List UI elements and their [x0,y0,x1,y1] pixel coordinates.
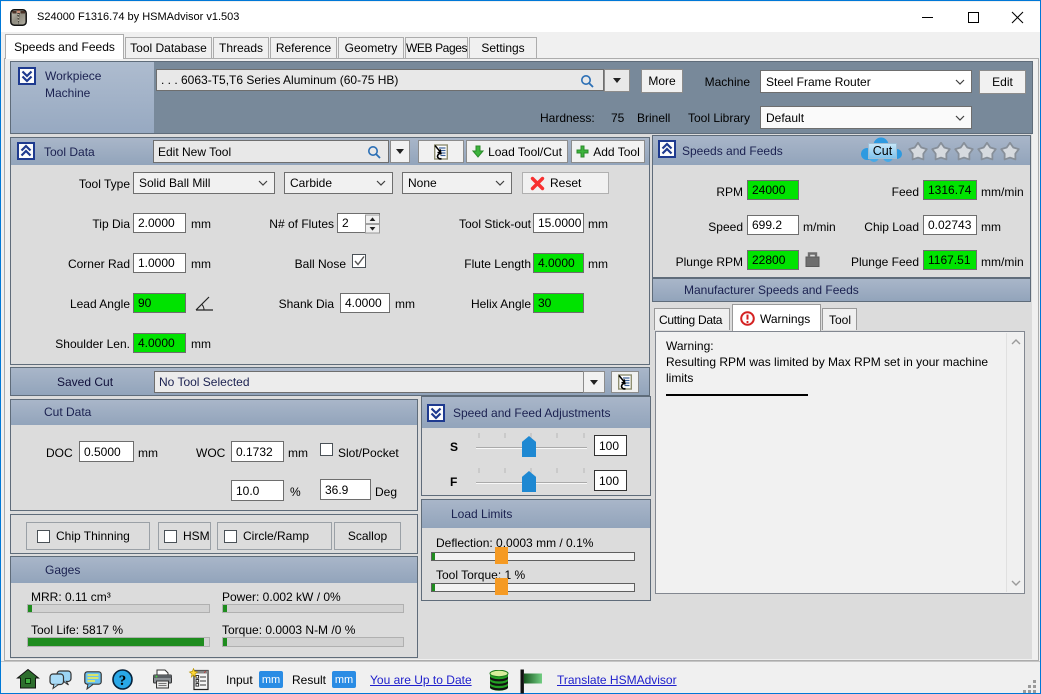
svg-text:?: ? [119,673,127,689]
svg-text:Cut: Cut [873,144,893,158]
